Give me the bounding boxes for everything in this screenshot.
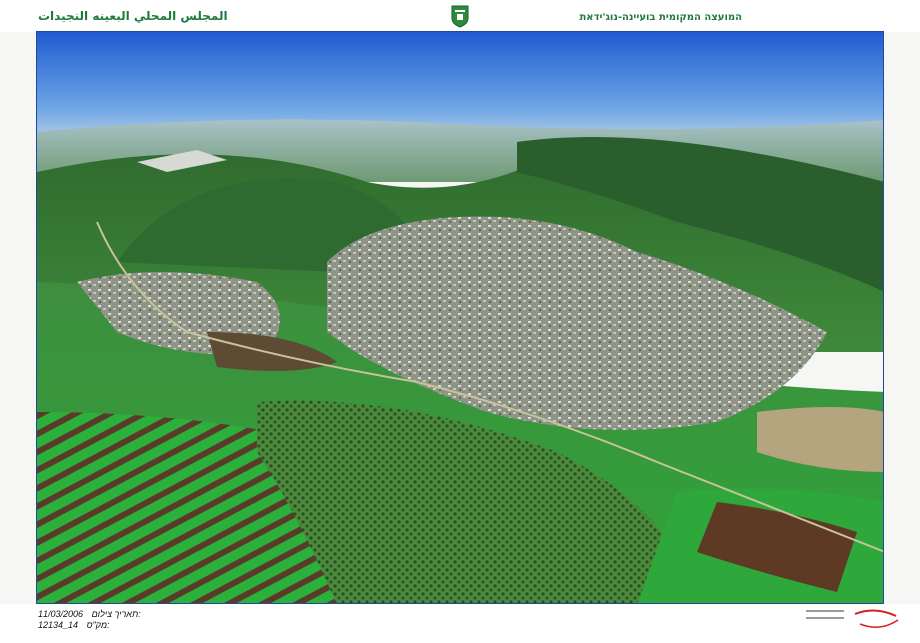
photo-date-row: 11/03/2006 תאריך צילום: [38, 609, 141, 619]
catalog-number-row: 12134_14 מק"ס: [38, 620, 110, 630]
catalog-number-label: מק"ס: [86, 620, 110, 630]
council-emblem-icon [451, 5, 469, 28]
photographer-logo-icon [806, 609, 899, 628]
arabic-council-title: المجلس المحلي البعينه النجيدات [38, 9, 228, 23]
photo-date-label: תאריך צילום: [91, 609, 141, 619]
footer-bar: 11/03/2006 תאריך צילום: 12134_14 מק"ס: [0, 604, 920, 643]
header-bar: المجلس المحلي البعينه النجيدات המועצה המ… [0, 0, 920, 32]
aerial-village-photo [37, 32, 883, 603]
hebrew-council-title: המועצה המקומית בועיינה-נוג'ידאת [579, 12, 742, 23]
catalog-number-value: 12134_14 [38, 620, 79, 630]
aerial-photo [36, 31, 884, 604]
photo-date-value: 11/03/2006 [38, 609, 84, 619]
